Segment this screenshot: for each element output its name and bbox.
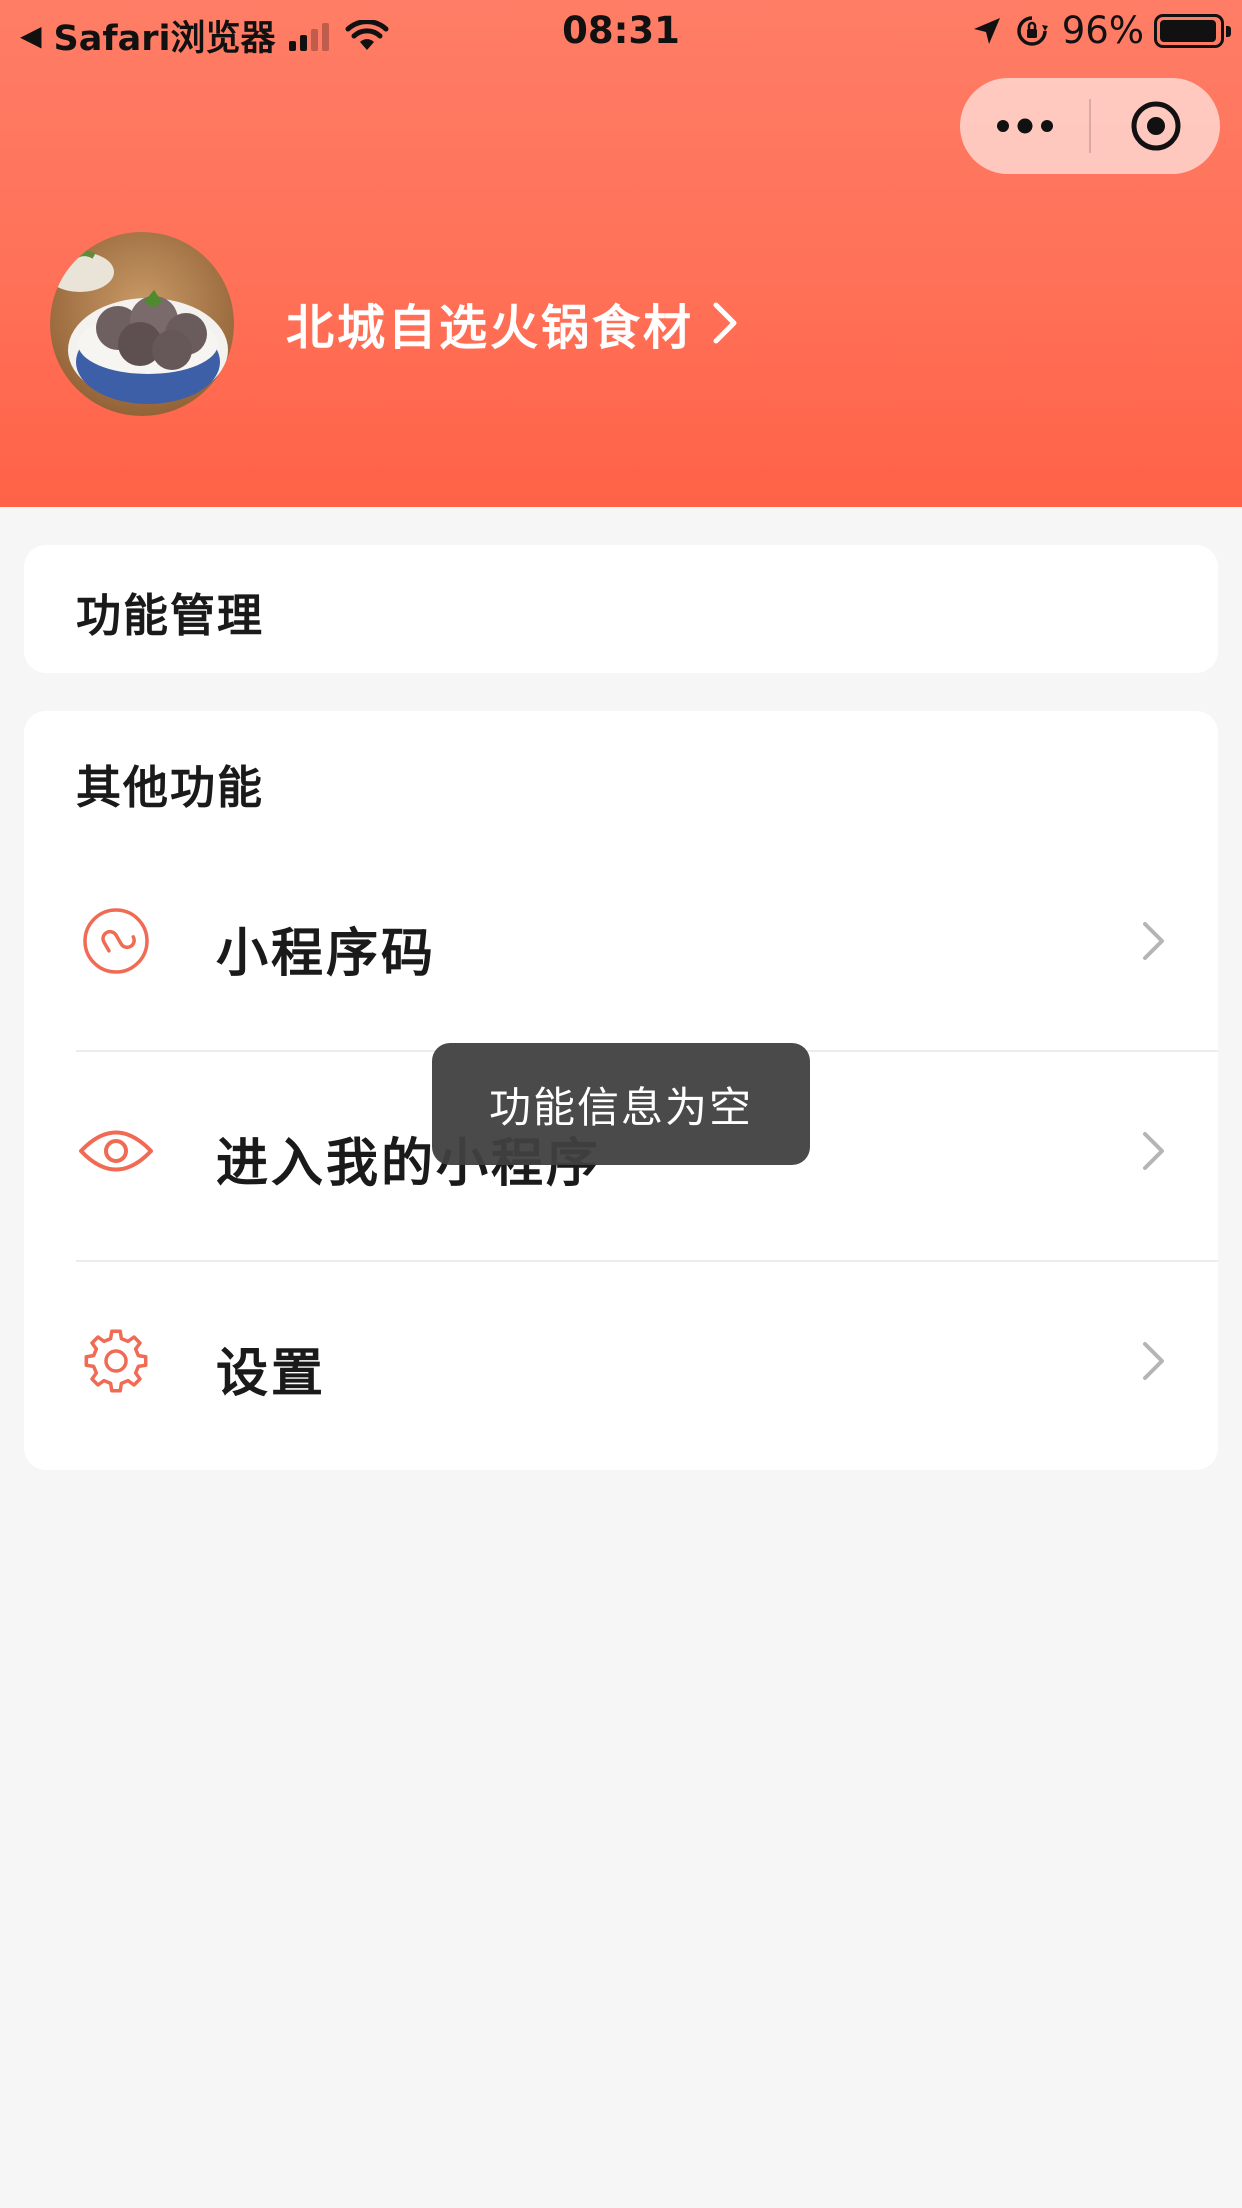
gear-icon — [76, 1321, 156, 1401]
profile-header: ◀ Safari浏览器 08:31 96% 北城自选火锅食材 — [0, 0, 1242, 507]
gear-outline — [84, 1329, 148, 1393]
menu-item-label: 设置 — [216, 1344, 327, 1404]
function-management-title: 功能管理 — [76, 589, 265, 642]
menu-item-mini-program-code[interactable]: 小程序码 — [76, 841, 1218, 1051]
chevron-right-icon — [1143, 1132, 1164, 1170]
battery-percent: 96% — [1061, 9, 1144, 52]
location-arrow-icon — [973, 17, 1000, 44]
toast-message: 功能信息为空 — [432, 1043, 810, 1165]
mini-program-capsule — [960, 78, 1220, 174]
other-functions-title: 其他功能 — [76, 761, 265, 814]
shop-name: 北城自选火锅食材 — [286, 300, 695, 356]
menu-item-settings[interactable]: 设置 — [76, 1261, 1218, 1471]
mini-program-link-icon — [76, 901, 156, 981]
chevron-right-icon — [1143, 1342, 1164, 1380]
eye-icon — [76, 1111, 156, 1191]
menu-item-label: 小程序码 — [216, 924, 437, 984]
battery-fill — [1160, 19, 1216, 42]
page: ◀ Safari浏览器 08:31 96% 北城自选火锅食材 功能管理 其他功能… — [0, 0, 1242, 2208]
battery-icon — [1154, 13, 1231, 48]
shop-avatar[interactable] — [50, 232, 234, 416]
more-button[interactable] — [960, 78, 1089, 174]
status-bar: ◀ Safari浏览器 08:31 96% — [0, 0, 1242, 62]
more-dots-icon — [996, 118, 1053, 134]
meatball-bowl-image — [50, 232, 234, 416]
chevron-right-icon — [713, 302, 737, 344]
rotation-lock-icon — [1017, 15, 1048, 46]
shop-name-link[interactable]: 北城自选火锅食材 — [286, 290, 738, 356]
close-mini-program-button[interactable] — [1091, 78, 1220, 174]
function-management-card: 功能管理 — [24, 545, 1218, 673]
chevron-right-icon — [1143, 922, 1164, 960]
status-right: 96% — [972, 9, 1231, 52]
target-icon — [1131, 101, 1180, 151]
